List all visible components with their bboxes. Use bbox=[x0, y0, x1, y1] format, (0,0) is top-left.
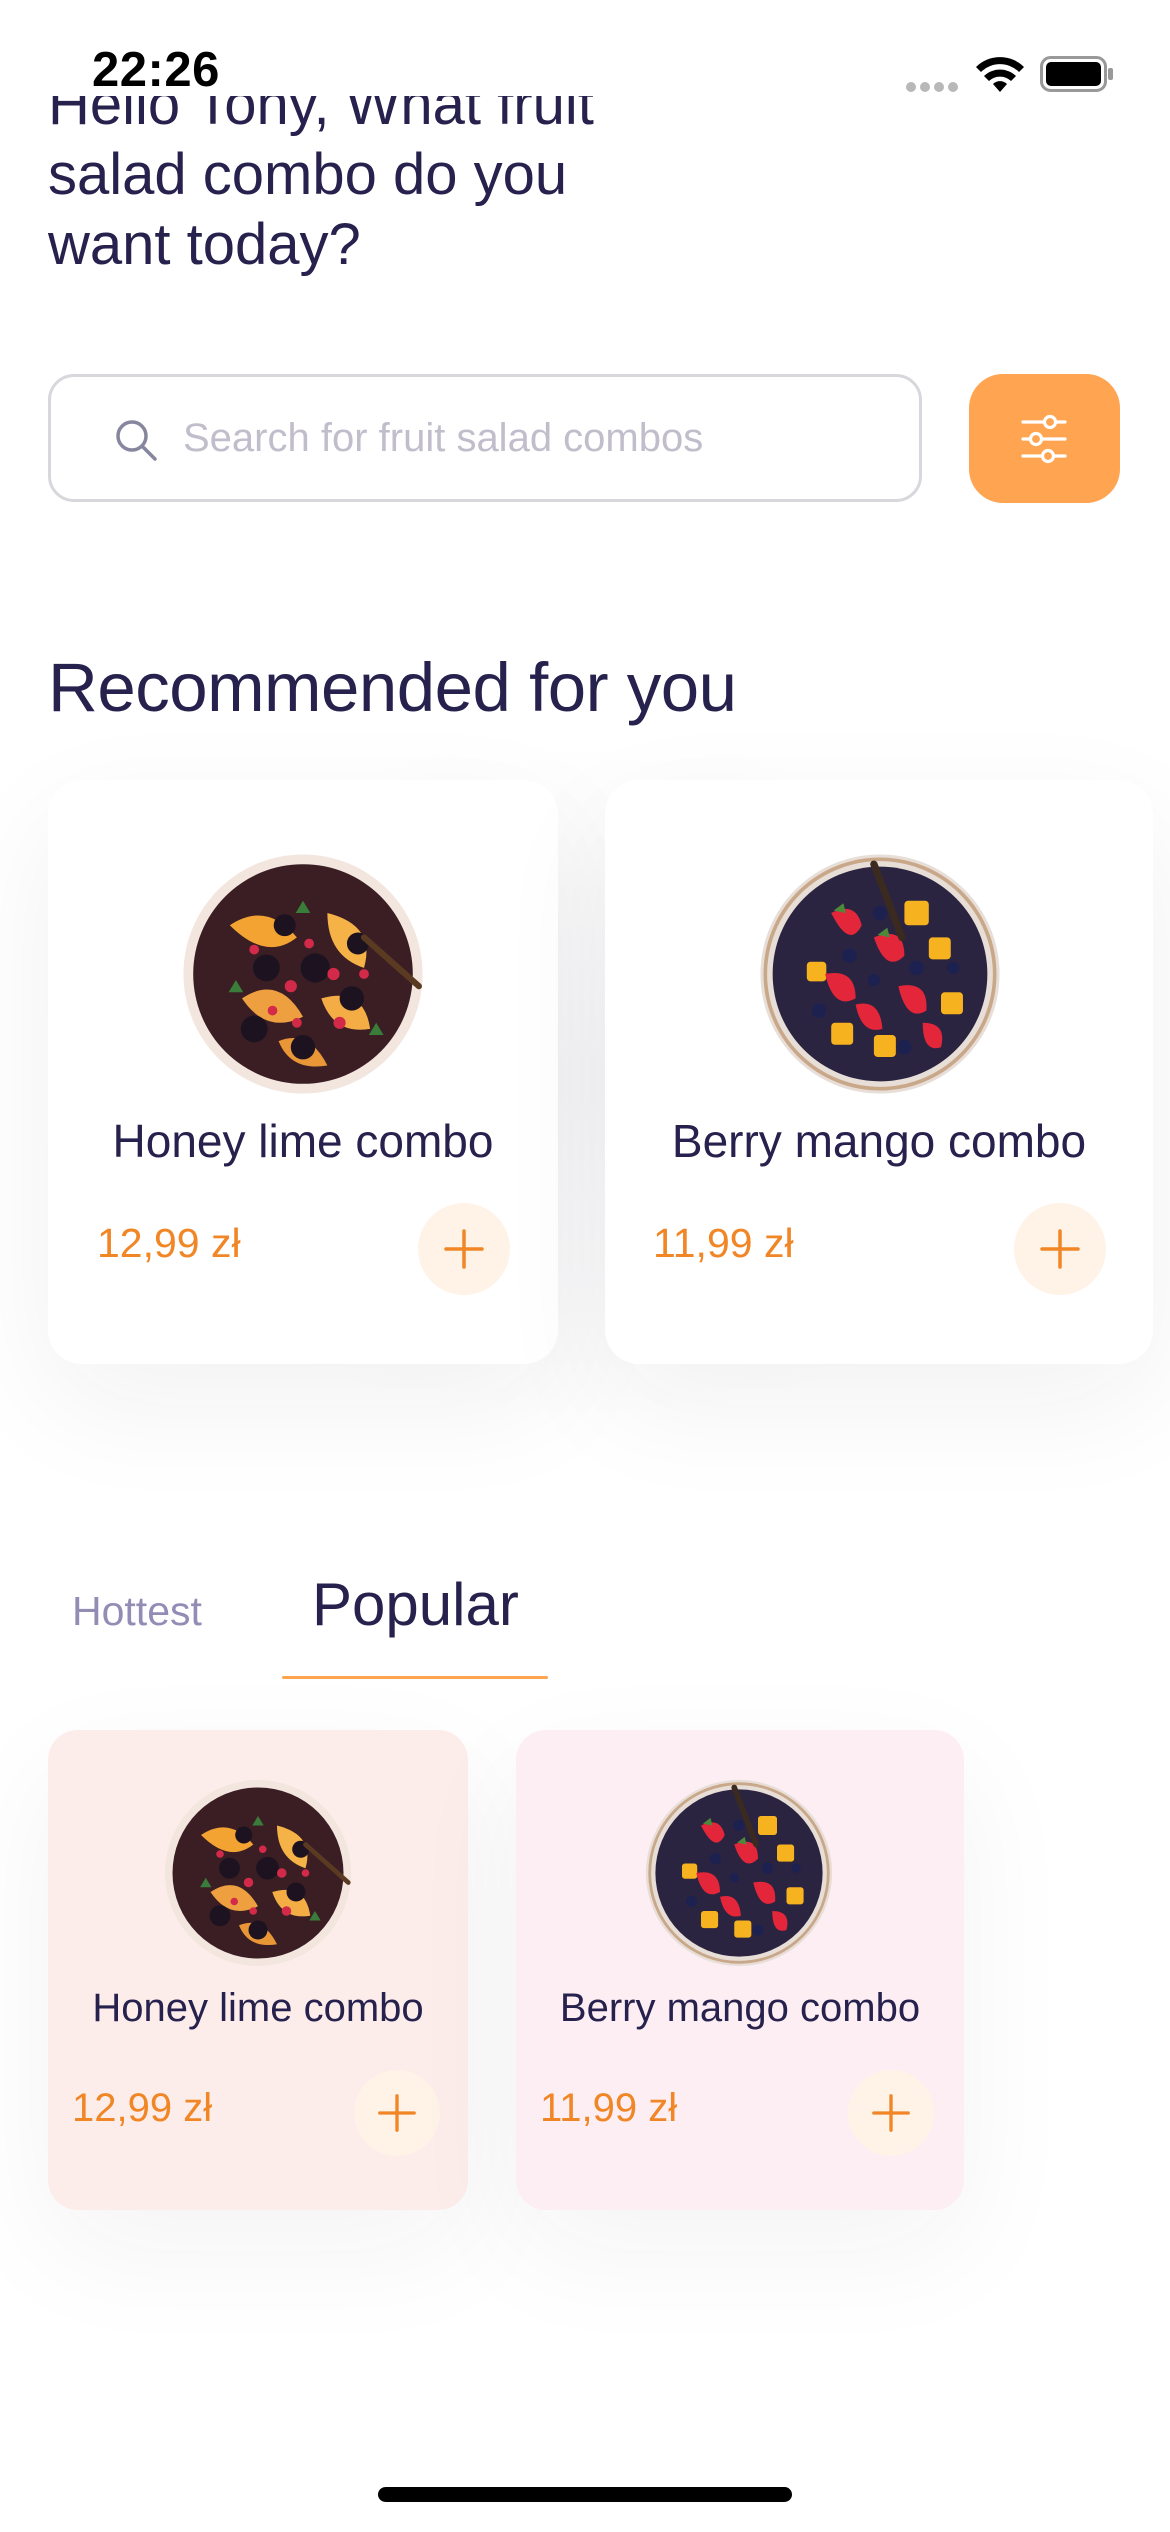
recommended-card[interactable]: Berry mango combo 11,99 zł bbox=[605, 780, 1153, 1364]
plus-icon bbox=[1038, 1227, 1082, 1271]
product-price: 12,99 zł bbox=[97, 1220, 241, 1266]
add-to-basket-button[interactable] bbox=[1014, 1203, 1106, 1295]
search-bar[interactable] bbox=[48, 374, 922, 502]
add-to-basket-button[interactable] bbox=[418, 1203, 510, 1295]
tab-popular[interactable]: Popular bbox=[312, 1570, 519, 1639]
product-price: 11,99 zł bbox=[540, 2086, 678, 2130]
popular-card[interactable]: Honey lime combo 12,99 zł bbox=[48, 1730, 468, 2210]
product-name: Honey lime combo bbox=[112, 1115, 494, 1167]
plus-icon bbox=[870, 2092, 912, 2134]
filter-button[interactable] bbox=[969, 374, 1120, 503]
battery-icon bbox=[1040, 56, 1113, 92]
plus-icon bbox=[442, 1227, 486, 1271]
add-to-basket-button[interactable] bbox=[848, 2070, 934, 2156]
home-screen: 22:26 Hello Tony, What fruit salad combo… bbox=[0, 0, 1170, 2532]
greeting-heading: Hello Tony, What fruit salad combo do yo… bbox=[48, 96, 688, 306]
greeting-line: want today? bbox=[48, 212, 361, 277]
recommended-title: Recommended for you bbox=[48, 649, 737, 726]
product-price: 11,99 zł bbox=[653, 1220, 794, 1266]
wifi-icon bbox=[976, 57, 1024, 92]
tab-hottest[interactable]: Hottest bbox=[72, 1588, 202, 1635]
product-name: Berry mango combo bbox=[559, 1986, 921, 2030]
fruit-bowl-image bbox=[644, 1778, 834, 1968]
home-indicator[interactable] bbox=[378, 2487, 792, 2502]
fruit-bowl-image bbox=[758, 852, 1002, 1096]
product-name: Berry mango combo bbox=[671, 1115, 1087, 1167]
category-tabs: Hottest Popular bbox=[0, 1560, 1170, 1680]
popular-card[interactable]: Berry mango combo 11,99 zł bbox=[516, 1730, 964, 2210]
product-name: Honey lime combo bbox=[92, 1986, 424, 2030]
search-input[interactable] bbox=[183, 377, 883, 499]
add-to-basket-button[interactable] bbox=[354, 2070, 440, 2156]
recommended-card[interactable]: Honey lime combo 12,99 zł bbox=[48, 780, 558, 1364]
product-price: 12,99 zł bbox=[72, 2086, 213, 2130]
plus-icon bbox=[376, 2092, 418, 2134]
fruit-bowl-image bbox=[181, 852, 425, 1096]
fruit-bowl-image bbox=[163, 1778, 353, 1968]
sliders-icon bbox=[1021, 414, 1067, 464]
greeting-line: salad combo do you bbox=[48, 142, 568, 207]
status-time: 22:26 bbox=[92, 43, 220, 97]
active-tab-indicator bbox=[282, 1676, 548, 1679]
greeting-line: Hello Tony, What fruit bbox=[48, 96, 594, 137]
cellular-signal-icon bbox=[906, 82, 960, 94]
search-icon bbox=[116, 420, 157, 461]
